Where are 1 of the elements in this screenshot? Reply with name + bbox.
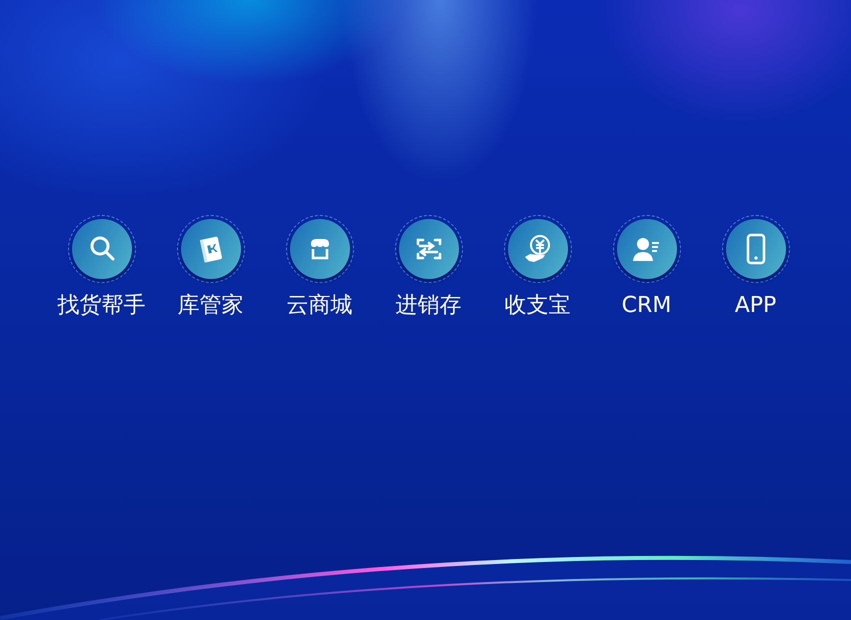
phone-icon — [744, 233, 766, 265]
